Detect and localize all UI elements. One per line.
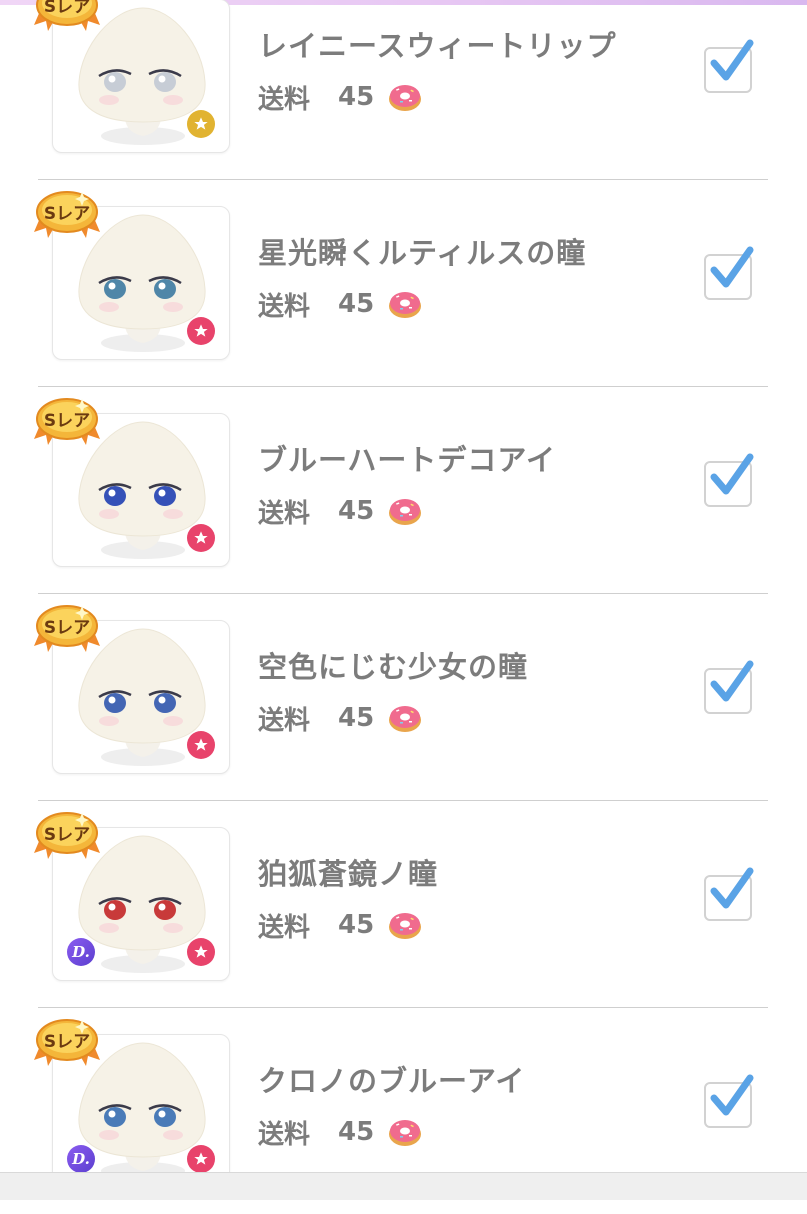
list-item: Sレア 星光瞬くルティルスの瞳 送料 45 [34, 180, 768, 387]
list-item: Sレア 空色にじむ少女の瞳 送料 45 [34, 594, 768, 801]
item-name: 狛狐蒼鏡ノ瞳 [258, 857, 439, 891]
shipping-fee: 送料 45 [258, 1116, 422, 1150]
shipping-fee: 送料 45 [258, 702, 422, 736]
donut-currency-icon [388, 288, 422, 320]
checkmark-icon [710, 246, 754, 288]
donut-currency-icon [388, 1116, 422, 1148]
s-rare-medal-icon: Sレア [34, 188, 100, 244]
select-checkbox[interactable] [704, 867, 754, 921]
shipping-fee: 送料 45 [258, 288, 422, 322]
item-name: 空色にじむ少女の瞳 [258, 650, 529, 684]
shipping-fee-amount: 45 [338, 82, 375, 112]
shipping-fee-amount: 45 [338, 1117, 375, 1147]
bottom-bar [0, 1172, 807, 1200]
pink-star-icon [187, 524, 215, 552]
svg-text:Sレア: Sレア [44, 618, 90, 638]
shipping-fee-label: 送料 [258, 498, 311, 529]
donut-currency-icon [388, 495, 422, 527]
s-rare-medal-icon: Sレア [34, 809, 100, 865]
pink-star-icon [187, 1145, 215, 1173]
s-rare-medal-icon: Sレア [34, 1016, 100, 1072]
item-name: レイニースウィートリップ [258, 29, 617, 63]
svg-text:Sレア: Sレア [44, 1032, 90, 1052]
d-badge-icon: D. [67, 1145, 95, 1173]
shipping-fee: 送料 45 [258, 81, 422, 115]
svg-text:Sレア: Sレア [44, 825, 90, 845]
pink-star-icon [187, 938, 215, 966]
item-list: Sレア レイニースウィートリップ 送料 45 Sレア 星光瞬くルティルスの瞳 送… [0, 0, 807, 1214]
pink-star-icon [187, 731, 215, 759]
checkmark-icon [710, 867, 754, 909]
donut-currency-icon [388, 909, 422, 941]
shipping-fee-amount: 45 [338, 703, 375, 733]
s-rare-medal-icon: Sレア [34, 0, 100, 37]
gold-star-icon [187, 110, 215, 138]
item-name: 星光瞬くルティルスの瞳 [258, 236, 587, 270]
svg-text:Sレア: Sレア [44, 204, 90, 224]
list-item: D. Sレア 狛狐蒼鏡ノ瞳 送料 45 [34, 801, 768, 1008]
donut-currency-icon [388, 702, 422, 734]
donut-currency-icon [388, 81, 422, 113]
shipping-fee-label: 送料 [258, 1119, 311, 1150]
svg-text:Sレア: Sレア [44, 0, 90, 17]
checkmark-icon [710, 39, 754, 81]
select-checkbox[interactable] [704, 39, 754, 93]
shipping-fee-label: 送料 [258, 912, 311, 943]
pink-star-icon [187, 317, 215, 345]
checkmark-icon [710, 660, 754, 702]
shipping-fee-amount: 45 [338, 910, 375, 940]
shipping-fee-label: 送料 [258, 705, 311, 736]
s-rare-medal-icon: Sレア [34, 395, 100, 451]
shipping-fee: 送料 45 [258, 909, 422, 943]
list-item: Sレア ブルーハートデコアイ 送料 45 [34, 387, 768, 594]
select-checkbox[interactable] [704, 1074, 754, 1128]
s-rare-medal-icon: Sレア [34, 602, 100, 658]
select-checkbox[interactable] [704, 660, 754, 714]
list-item: Sレア レイニースウィートリップ 送料 45 [34, 0, 768, 180]
d-badge-icon: D. [67, 938, 95, 966]
shipping-fee-label: 送料 [258, 84, 311, 115]
svg-text:Sレア: Sレア [44, 411, 90, 431]
select-checkbox[interactable] [704, 246, 754, 300]
shipping-fee-amount: 45 [338, 496, 375, 526]
item-name: ブルーハートデコアイ [258, 443, 556, 477]
shipping-fee: 送料 45 [258, 495, 422, 529]
select-checkbox[interactable] [704, 453, 754, 507]
checkmark-icon [710, 1074, 754, 1116]
item-name: クロノのブルーアイ [258, 1064, 526, 1098]
shipping-fee-amount: 45 [338, 289, 375, 319]
shipping-fee-label: 送料 [258, 291, 311, 322]
checkmark-icon [710, 453, 754, 495]
